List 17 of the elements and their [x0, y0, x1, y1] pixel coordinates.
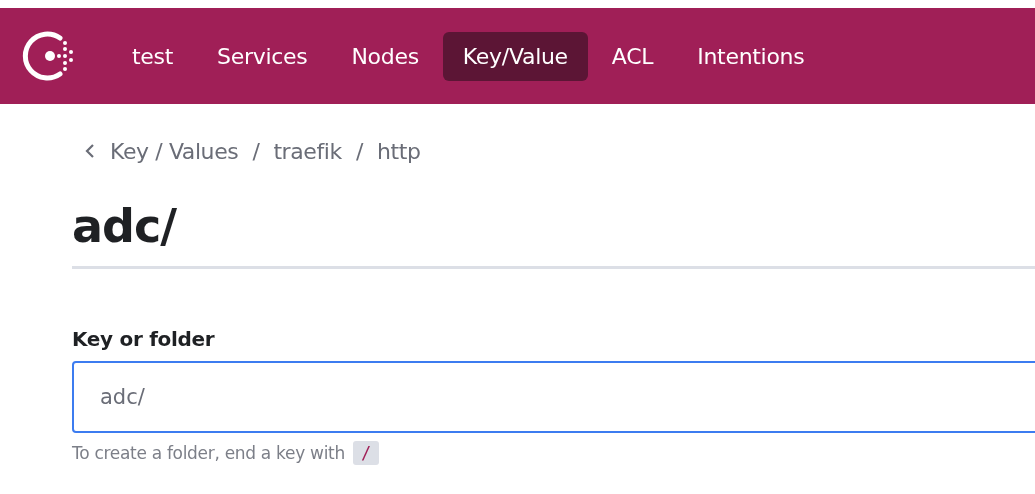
nav-tab[interactable]: Key/Value: [442, 31, 588, 81]
nav-tab[interactable]: Nodes: [331, 31, 439, 81]
key-input-field[interactable]: adc/: [72, 361, 1035, 433]
help-text: To create a folder, end a key with: [72, 443, 345, 463]
breadcrumb-link[interactable]: Key / Values: [110, 138, 239, 164]
nav-tab[interactable]: Intentions: [677, 31, 825, 81]
back-chevron-icon[interactable]: [84, 143, 96, 159]
nav-tab[interactable]: test: [112, 31, 194, 81]
breadcrumb-separator: /: [252, 138, 260, 164]
breadcrumb-link[interactable]: traefik: [273, 138, 342, 164]
page-title: adc/: [72, 198, 178, 255]
nav-tab[interactable]: Services: [197, 31, 328, 81]
nav-tab[interactable]: ACL: [591, 31, 674, 81]
breadcrumb-separator: /: [355, 138, 363, 164]
code-snippet: /: [352, 441, 379, 465]
breadcrumb-link[interactable]: http: [376, 138, 421, 164]
field-label: Key or folder: [72, 327, 216, 351]
